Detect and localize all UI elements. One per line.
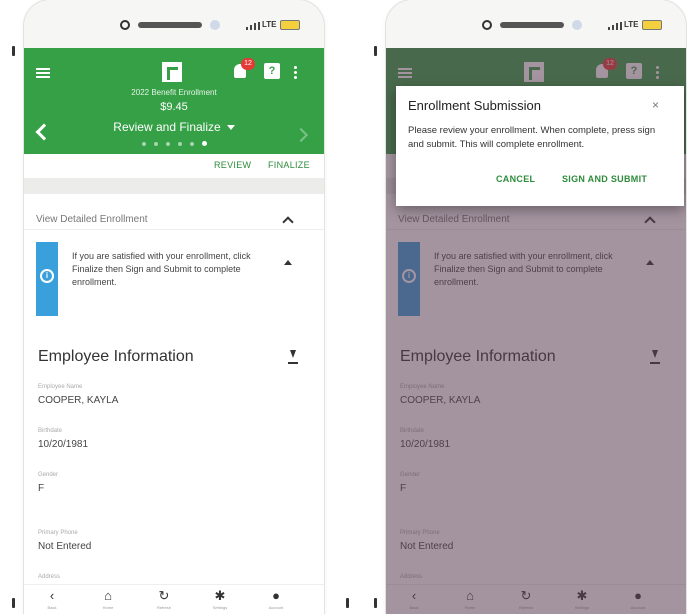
nav-refresh[interactable]: ↻ Refresh [144,588,184,611]
enrollment-submission-dialog: Enrollment Submission × Please review yo… [396,86,684,206]
dialog-body: Please review your enrollment. When comp… [408,125,656,150]
field-birthdate: Birthdate10/20/1981 [38,428,89,450]
sensor-icon [210,20,220,30]
step-dot [141,142,146,146]
step-dot [201,141,207,146]
refresh-icon: ↻ [158,588,170,603]
camera-icon [482,20,492,30]
detailed-enrollment-label: View Detailed Enrollment [36,214,148,225]
notification-badge: 12 [241,58,255,70]
enrollment-amount: $9.45 [160,101,188,113]
info-callout: i If you are satisfied with your enrollm… [36,242,298,316]
field-employee-name: Employee NameCOOPER, KAYLA [38,384,119,406]
signal-icon [608,22,622,30]
edge-mark [346,598,349,608]
account-icon: ● [272,588,280,603]
home-icon: ⌂ [104,588,112,603]
field-primary-phone: Primary PhoneNot Entered [38,530,92,552]
cancel-button[interactable]: CANCEL [496,174,535,184]
sensor-icon [572,20,582,30]
speaker-grille [500,22,564,28]
field-gender: GenderF [38,472,59,494]
nav-label: Back [47,605,57,610]
caret-down-icon [226,125,235,131]
logo-icon [162,62,182,82]
edge-mark [12,598,15,608]
phone-screen-right: LTE 12 ? View Detailed Enrollment i If y… [386,0,686,614]
step-dot [153,142,158,146]
speaker-grille [138,22,202,28]
step-label: Review and Finalize [113,120,221,134]
back-icon: ‹ [49,588,55,603]
nav-label: Refresh [156,605,171,610]
main-content: View Detailed Enrollment i If you are sa… [24,178,324,584]
download-icon[interactable] [288,350,298,364]
menu-icon[interactable] [36,68,50,78]
nav-home[interactable]: ⌂ Home [88,588,128,611]
phone-screen-left: LTE 12 ? 2022 Benefit Enrollment $9.45 R… [24,0,324,614]
bottom-nav: ‹ Back ⌂ Home ↻ Refresh ✱ Settings ● Account [24,584,324,614]
edge-mark [374,46,377,56]
battery-icon [280,20,300,30]
nav-back[interactable]: ‹ Back [32,588,72,611]
chevron-up-icon[interactable] [282,216,294,228]
section-title: Employee Information [38,348,194,365]
step-selector[interactable]: Review and Finalize [24,120,324,134]
nav-label: Home [102,605,114,610]
detailed-enrollment-toggle[interactable]: View Detailed Enrollment [24,194,324,230]
gear-icon: ✱ [214,588,226,603]
network-type: LTE [262,20,277,29]
enrollment-subtitle: 2022 Benefit Enrollment [131,88,217,97]
edge-mark [12,46,15,56]
action-tabs: REVIEW FINALIZE [24,154,324,178]
status-bar: LTE [386,0,686,48]
step-dot [189,142,194,146]
dialog-title: Enrollment Submission [408,98,541,113]
help-icon[interactable]: ? [264,63,280,79]
nav-label: Settings [212,605,228,610]
sign-and-submit-button[interactable]: SIGN AND SUBMIT [562,174,647,184]
step-dot [177,142,182,146]
more-options-icon[interactable] [294,66,297,80]
nav-settings[interactable]: ✱ Settings [200,588,240,611]
info-text: If you are satisfied with your enrollmen… [72,251,251,287]
close-icon[interactable]: × [652,98,659,112]
info-icon: i [40,269,54,283]
status-bar: LTE [24,0,324,48]
network-type: LTE [624,20,639,29]
app-header: 12 ? 2022 Benefit Enrollment $9.45 Revie… [24,48,324,154]
collapse-icon[interactable] [284,260,292,265]
step-dots [24,141,324,146]
nav-label: Account [268,605,284,610]
tab-review[interactable]: REVIEW [214,160,251,170]
tab-finalize[interactable]: FINALIZE [268,160,310,170]
camera-icon [120,20,130,30]
signal-icon [246,22,260,30]
battery-icon [642,20,662,30]
edge-mark [374,598,377,608]
step-dot [165,142,170,146]
nav-account[interactable]: ● Account [256,588,296,611]
